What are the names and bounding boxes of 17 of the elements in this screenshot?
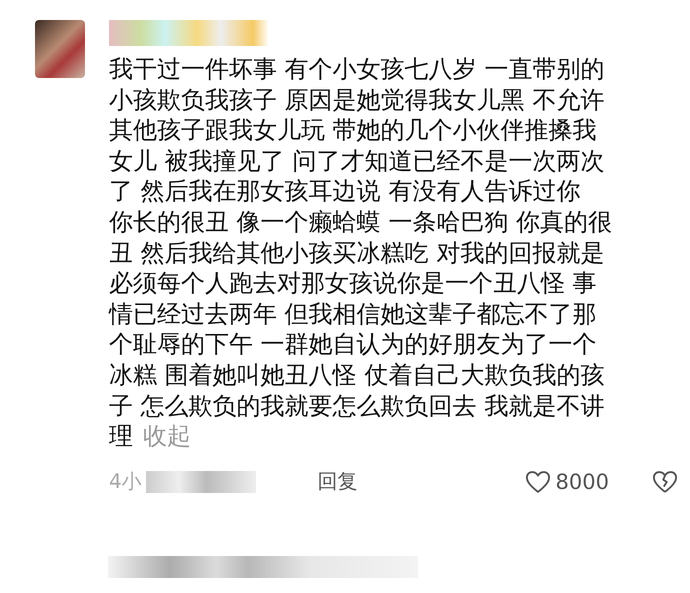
comment-time: 4小 xyxy=(109,468,142,496)
comment-line: 其他孩子跟我女儿玩 带她的几个小伙伴推搡我 xyxy=(109,115,597,146)
like-count: 8000 xyxy=(556,470,609,494)
reply-button[interactable]: 回复 xyxy=(318,468,358,496)
comment-line: 个耻辱的下午 一群她自认为的好朋友为了一个 xyxy=(109,329,597,360)
comment-line: 子 怎么欺负的我就要怎么欺负回去 我就是不讲 xyxy=(109,390,604,422)
comment-line: 你长的很丑 像一个癞蛤蟆 一条哈巴狗 你真的很 xyxy=(109,206,612,238)
comment-line: 我干过一件坏事 有个小女孩七八岁 一直带别的 xyxy=(109,54,604,85)
comment-line: 了 然后我在那女孩耳边说 有没有人告诉过你 xyxy=(109,176,580,207)
blurred-avatar[interactable] xyxy=(35,20,85,78)
comment-line: 理 xyxy=(109,421,133,452)
comment-line: 情已经过去两年 但我相信她这辈子都忘不了那 xyxy=(109,298,597,330)
comment-line: 丑 然后我给其他小孩买冰糕吃 对我的回报就是 xyxy=(109,238,604,268)
comment-line: 小孩欺负我孩子 原因是她觉得我女儿黑 不允许 xyxy=(109,84,604,116)
comment-line: 必须每个人跑去对那女孩说你是一个丑八怪 事 xyxy=(109,268,597,299)
comment-line: 冰糕 围着她叫她丑八怪 仗着自己大欺负我的孩 xyxy=(109,360,604,391)
comment-line: 女儿 被我撞见了 问了才知道已经不是一次两次 xyxy=(109,146,604,176)
